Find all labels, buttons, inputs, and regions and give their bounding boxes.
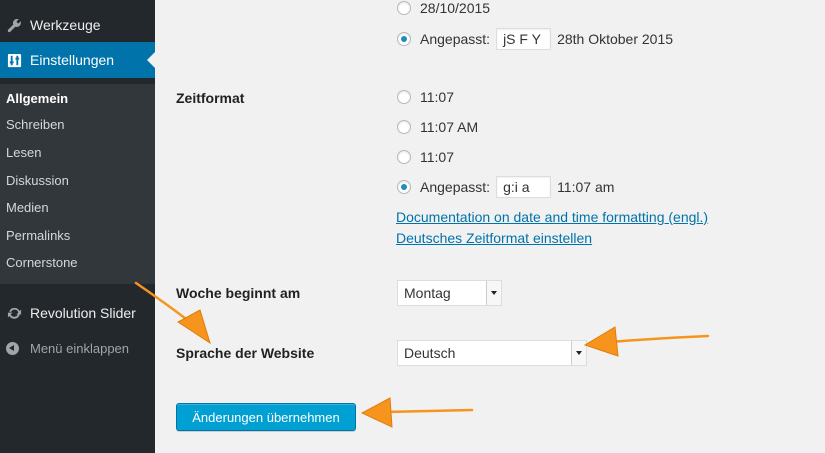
radio-button[interactable] xyxy=(397,90,411,104)
time-format-custom-input[interactable]: g:i a xyxy=(496,176,552,198)
chevron-down-icon xyxy=(571,341,586,365)
collapse-arrow-icon xyxy=(6,341,19,355)
date-format-option-1[interactable]: 28/10/2015 xyxy=(397,0,490,18)
time-format-option-2[interactable]: 11:07 AM xyxy=(397,117,478,137)
active-indicator xyxy=(147,52,155,68)
radio-button[interactable] xyxy=(397,180,411,194)
week-start-label: Woche beginnt am xyxy=(176,285,301,301)
wrench-icon xyxy=(6,17,22,33)
date-format-preview: 28th Oktober 2015 xyxy=(557,31,674,47)
week-start-select[interactable]: Montag xyxy=(397,280,502,306)
admin-sidebar: Werkzeuge Einstellungen Allgemein Schrei… xyxy=(0,0,155,453)
submenu-item-cornerstone[interactable]: Cornerstone xyxy=(6,253,78,273)
settings-submenu: Allgemein Schreiben Lesen Diskussion Med… xyxy=(0,84,155,284)
site-language-label: Sprache der Website xyxy=(176,345,315,361)
menu-label: Werkzeuge xyxy=(30,17,101,33)
submenu-item-permalinks[interactable]: Permalinks xyxy=(6,226,70,246)
menu-item-revolution-slider[interactable]: Revolution Slider xyxy=(0,295,155,331)
radio-button[interactable] xyxy=(397,32,411,46)
time-format-preview: 11:07 am xyxy=(557,179,615,195)
annotation-arrow-language-right xyxy=(583,326,710,357)
radio-button[interactable] xyxy=(397,1,411,15)
radio-button[interactable] xyxy=(397,150,411,164)
submenu-item-allgemein[interactable]: Allgemein xyxy=(6,89,68,109)
annotation-arrow-save xyxy=(360,397,474,428)
site-language-select[interactable]: Deutsch xyxy=(397,340,587,366)
date-format-custom-input[interactable]: jS F Y xyxy=(496,28,552,50)
submenu-item-lesen[interactable]: Lesen xyxy=(6,143,41,163)
time-format-label: Zeitformat xyxy=(176,90,245,106)
menu-item-werkzeuge[interactable]: Werkzeuge xyxy=(0,7,155,43)
radio-label: 11:07 AM xyxy=(420,119,479,135)
radio-label: Angepasst: xyxy=(420,179,491,195)
time-format-option-1[interactable]: 11:07 xyxy=(397,87,454,107)
radio-label: 11:07 xyxy=(420,89,454,105)
menu-label: Revolution Slider xyxy=(30,305,136,321)
date-format-option-custom[interactable]: Angepasst: jS F Y 28th Oktober 2015 xyxy=(397,27,673,51)
collapse-label: Menü einklappen xyxy=(30,340,130,356)
time-format-option-custom[interactable]: Angepasst: g:i a 11:07 am xyxy=(397,175,614,199)
submenu-item-diskussion[interactable]: Diskussion xyxy=(6,171,69,191)
save-changes-button[interactable]: Änderungen übernehmen xyxy=(176,403,356,431)
select-value: Deutsch xyxy=(404,345,456,361)
select-value: Montag xyxy=(404,285,451,301)
radio-label: 28/10/2015 xyxy=(420,0,491,16)
chevron-down-icon xyxy=(486,281,501,305)
collapse-menu-button[interactable]: Menü einklappen xyxy=(0,337,155,359)
german-time-format-link[interactable]: Deutsches Zeitformat einstellen xyxy=(396,230,592,246)
submenu-item-schreiben[interactable]: Schreiben xyxy=(6,115,65,135)
menu-item-einstellungen[interactable]: Einstellungen xyxy=(0,42,155,78)
time-format-option-3[interactable]: 11:07 xyxy=(397,147,454,167)
radio-label: 11:07 xyxy=(420,149,454,165)
submenu-item-medien[interactable]: Medien xyxy=(6,198,49,218)
radio-button[interactable] xyxy=(397,120,411,134)
radio-label: Angepasst: xyxy=(420,31,491,47)
date-time-docs-link[interactable]: Documentation on date and time formattin… xyxy=(396,209,708,225)
menu-label: Einstellungen xyxy=(30,52,115,68)
settings-sliders-icon xyxy=(6,52,22,68)
refresh-icon xyxy=(6,305,22,321)
